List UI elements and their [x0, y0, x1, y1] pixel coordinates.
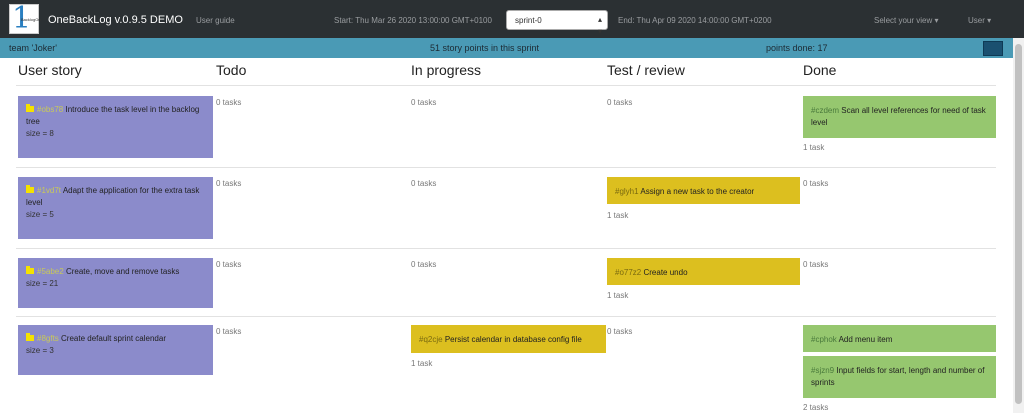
row-divider — [16, 167, 996, 168]
task-id: #cphok — [811, 335, 837, 344]
task-card[interactable]: #q2cje Persist calendar in database conf… — [411, 325, 606, 353]
column-header-test-review: Test / review — [607, 62, 685, 78]
team-bar-button[interactable] — [983, 41, 1003, 56]
sprint-end-date: End: Thu Apr 09 2020 14:00:00 GMT+0200 — [618, 16, 772, 25]
test-count: 0 tasks — [607, 327, 633, 336]
test-count: 1 task — [607, 211, 629, 220]
task-card[interactable]: #cphok Add menu item — [803, 325, 996, 352]
row-divider — [16, 316, 996, 317]
task-title: Add menu item — [838, 335, 893, 344]
sprint-select-value: sprint-0 — [515, 16, 542, 25]
in-progress-count: 0 tasks — [411, 179, 437, 188]
app-logo[interactable]: 1 BacklogOn — [9, 3, 41, 35]
task-id: #q2cje — [419, 335, 443, 344]
column-header-user-story: User story — [18, 62, 82, 78]
task-title: Input fields for start, length and numbe… — [811, 366, 985, 387]
story-card[interactable]: #obs78 Introduce the task level in the b… — [18, 96, 213, 158]
logo-word: BacklogOn — [21, 17, 41, 22]
team-name: team 'Joker' — [9, 43, 57, 53]
story-size: size = 5 — [26, 210, 54, 219]
story-card[interactable]: #8gfts Create default sprint calendar si… — [18, 325, 213, 375]
select-caret-icon: ▴ ▾ — [597, 15, 602, 36]
task-card[interactable]: #glyh1 Assign a new task to the creator — [607, 177, 800, 204]
test-count: 0 tasks — [607, 98, 633, 107]
story-title: Create, move and remove tasks — [65, 267, 180, 276]
in-progress-count: 0 tasks — [411, 98, 437, 107]
task-title: Assign a new task to the creator — [640, 187, 755, 196]
column-header-in-progress: In progress — [411, 62, 482, 78]
done-count: 0 tasks — [803, 179, 829, 188]
row-divider — [16, 248, 996, 249]
story-card[interactable]: #1vd7t Adapt the application for the ext… — [18, 177, 213, 239]
vertical-scrollbar[interactable] — [1013, 38, 1024, 413]
points-done: points done: 17 — [766, 43, 828, 53]
task-card[interactable]: #o77z2 Create undo — [607, 258, 800, 285]
sprint-start-date: Start: Thu Mar 26 2020 13:00:00 GMT+0100 — [334, 16, 492, 25]
story-id: #8gfts — [37, 334, 59, 343]
user-guide-link[interactable]: User guide — [196, 16, 235, 25]
todo-count: 0 tasks — [216, 260, 242, 269]
story-title: Create default sprint calendar — [61, 334, 166, 343]
task-id: #sjzn9 — [811, 366, 835, 375]
task-id: #o77z2 — [615, 268, 642, 277]
story-size: size = 8 — [26, 129, 54, 138]
todo-count: 0 tasks — [216, 98, 242, 107]
sprint-story-points: 51 story points in this sprint — [430, 43, 540, 53]
task-id: #czdem — [811, 106, 840, 115]
story-id: #1vd7t — [37, 186, 62, 195]
column-header-done: Done — [803, 62, 837, 78]
team-bar: team 'Joker' 51 story points in this spr… — [0, 38, 1013, 58]
row-divider — [16, 85, 996, 86]
folder-icon — [26, 104, 34, 112]
task-card[interactable]: #czdem Scan all level references for nee… — [803, 96, 996, 138]
app-brand[interactable]: OneBackLog v.0.9.5 DEMO — [48, 14, 183, 26]
story-size: size = 21 — [26, 279, 59, 288]
scrollbar-thumb[interactable] — [1015, 44, 1022, 404]
select-view-dropdown[interactable]: Select your view ▾ — [874, 16, 938, 25]
story-size: size = 3 — [26, 346, 54, 355]
in-progress-count: 0 tasks — [411, 260, 437, 269]
test-count: 1 task — [607, 291, 629, 300]
todo-count: 0 tasks — [216, 327, 242, 336]
task-title: Persist calendar in database config file — [444, 335, 582, 344]
task-title: Create undo — [643, 268, 688, 277]
folder-icon — [26, 266, 34, 274]
folder-icon — [26, 333, 34, 341]
sprint-select[interactable]: sprint-0 ▴ ▾ — [506, 10, 608, 36]
folder-icon — [26, 185, 34, 193]
in-progress-count: 1 task — [411, 359, 433, 368]
story-card[interactable]: #5abe2 Create, move and remove tasks siz… — [18, 258, 213, 308]
story-id: #5abe2 — [37, 267, 64, 276]
done-count: 0 tasks — [803, 260, 829, 269]
todo-count: 0 tasks — [216, 179, 242, 188]
done-count: 1 task — [803, 143, 825, 152]
top-navbar: 1 BacklogOn OneBackLog v.0.9.5 DEMO User… — [0, 0, 1024, 38]
story-id: #obs78 — [37, 105, 64, 114]
user-dropdown[interactable]: User ▾ — [968, 16, 991, 25]
task-id: #glyh1 — [615, 187, 639, 196]
done-count: 2 tasks — [803, 403, 829, 412]
column-header-todo: Todo — [216, 62, 247, 78]
task-card[interactable]: #sjzn9 Input fields for start, length an… — [803, 356, 996, 398]
